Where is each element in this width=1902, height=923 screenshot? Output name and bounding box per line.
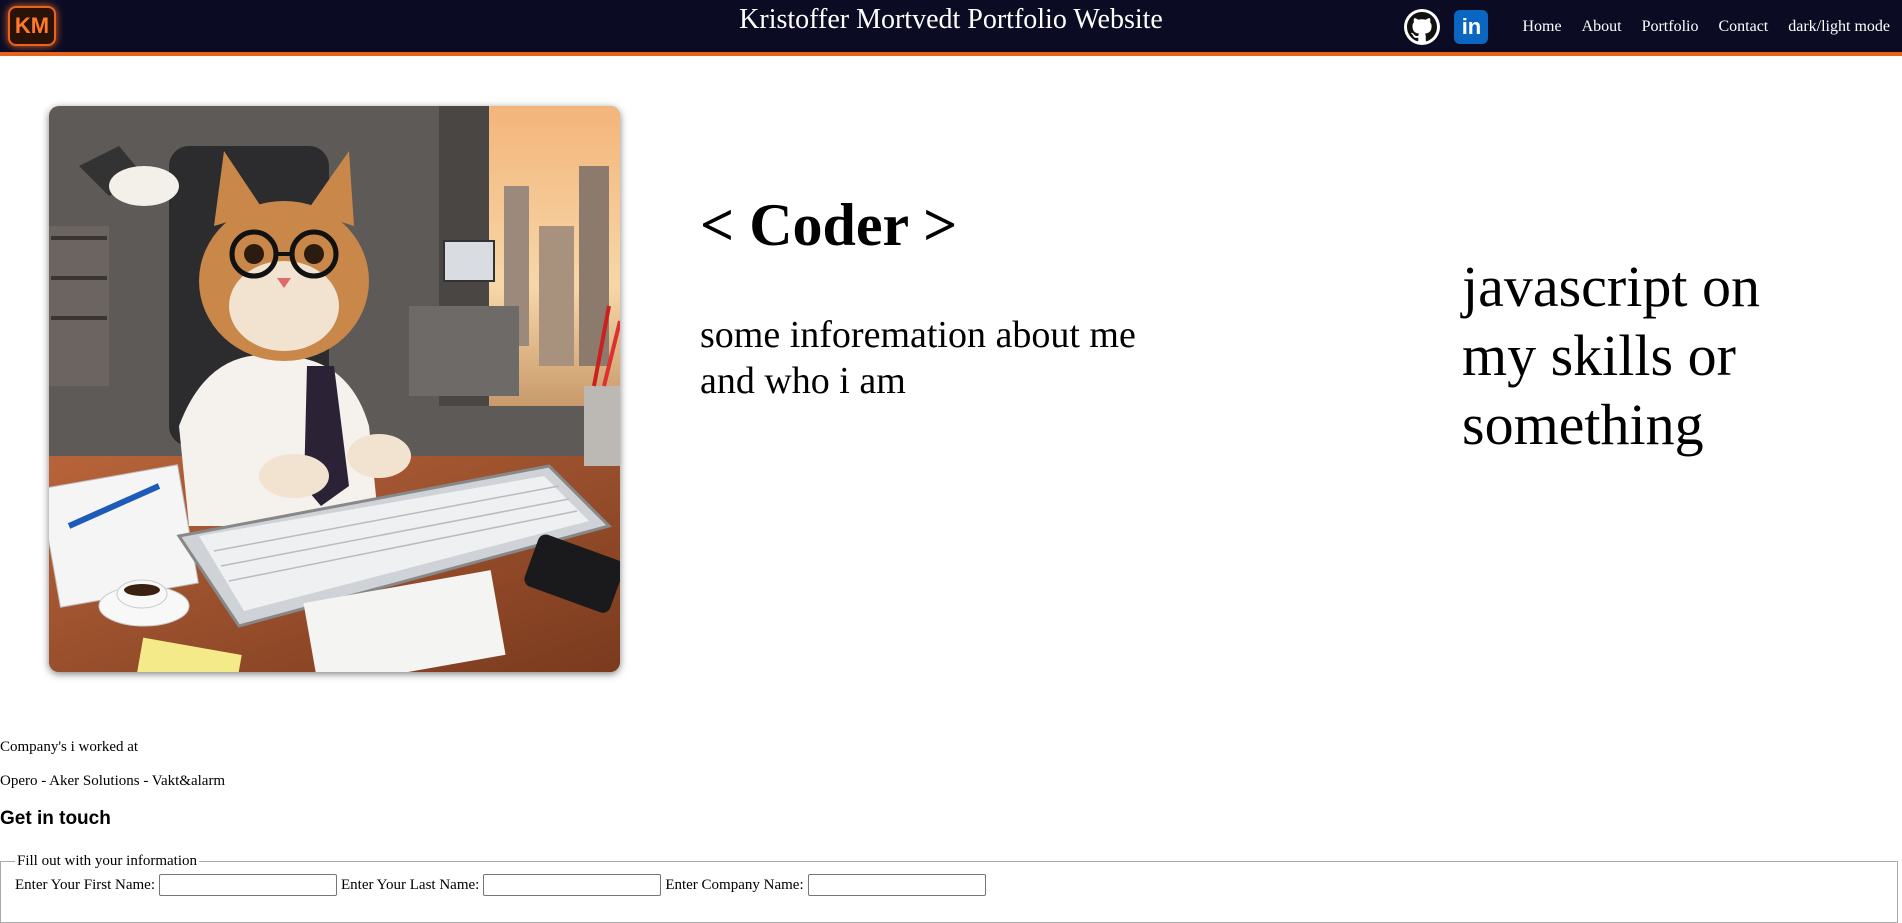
skills-text: javascript on my skills or something [1462,254,1760,457]
hero-cat-image [49,106,620,672]
github-icon[interactable] [1404,9,1441,45]
contact-fieldset: Fill out with your information Enter You… [0,853,1898,923]
company-name-input[interactable] [807,874,986,896]
last-name-label: Enter Your Last Name: [341,876,480,893]
contact-heading: Get in touch [0,808,111,829]
hero-heading: < Coder > [700,192,958,258]
companies-list: Opero - Aker Solutions - Vakt&alarm [0,773,226,789]
hero-info-text: some inforemation about me and who i am [700,314,1136,402]
linkedin-icon-label: in [1461,14,1482,39]
last-name-input[interactable] [483,874,662,896]
cat-at-desk-illustration [49,106,620,672]
nav-contact[interactable]: Contact [1718,18,1768,36]
main-nav: in Home About Portfolio Contact dark/lig… [1404,9,1890,45]
contact-legend: Fill out with your information [17,853,197,869]
company-name-label: Enter Company Name: [665,876,804,893]
github-logo-svg [1407,12,1438,42]
site-logo[interactable]: KM [8,6,56,46]
nav-portfolio[interactable]: Portfolio [1642,18,1699,36]
theme-toggle[interactable]: dark/light mode [1788,18,1890,36]
nav-about[interactable]: About [1582,18,1622,36]
first-name-input[interactable] [159,874,337,896]
companies-title: Company's i worked at [0,739,139,755]
nav-home[interactable]: Home [1522,18,1561,36]
contact-fields-row: Enter Your First Name: Enter Your Last N… [15,874,1883,896]
top-navbar: KM Kristoffer Mortvedt Portfolio Website… [0,0,1902,56]
linkedin-icon[interactable]: in [1454,10,1489,44]
first-name-label: Enter Your First Name: [15,876,155,893]
